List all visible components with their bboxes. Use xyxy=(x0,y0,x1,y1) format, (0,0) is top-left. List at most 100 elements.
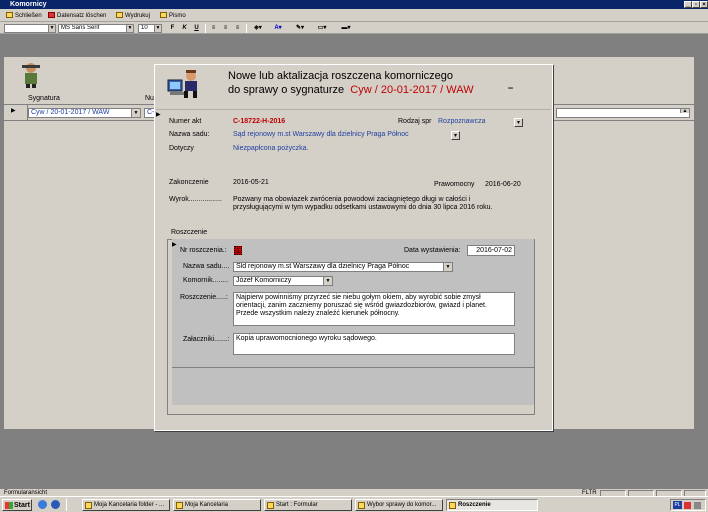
close-form-icon xyxy=(6,12,13,18)
border-style-icon[interactable]: ▭▾ xyxy=(314,24,330,33)
zakonczenie-value: 2016-05-21 xyxy=(233,179,269,186)
window-title: Komornicy xyxy=(10,1,47,8)
print-label: Wydrukuj xyxy=(125,13,150,19)
record-pointer-icon: ▶ xyxy=(172,242,177,248)
minimize-button[interactable]: _ xyxy=(684,1,692,8)
sub-nazwa-sadu-combo[interactable]: Sld rejonowy m.st Warszawy dla dzielnicy… xyxy=(233,262,453,272)
desktop-icon[interactable] xyxy=(51,500,60,509)
sub-nazwa-sadu-label: Nazwa sadu.... xyxy=(183,263,230,270)
bold-button[interactable]: F xyxy=(168,24,177,33)
toolbar: Schließen Datensatz löschen Wydrukuj Pis… xyxy=(0,9,708,22)
start-button[interactable]: Start xyxy=(2,499,32,511)
close-button[interactable]: × xyxy=(700,1,708,8)
folder-icon xyxy=(176,502,183,509)
roszczenie-section-label: Roszczenie xyxy=(171,229,208,236)
numer-akt-label: Numer akt xyxy=(169,118,202,125)
align-right-icon[interactable]: ≡ xyxy=(233,24,242,33)
status-bar: Formularansicht FLTR xyxy=(0,488,708,497)
roszczenie-line3: Przede wszystkim należy znaleźć kierunek… xyxy=(236,310,400,317)
separator xyxy=(66,499,67,511)
task-roszczenie[interactable]: Roszczenie xyxy=(446,499,538,511)
start-label: Start xyxy=(14,502,30,509)
separator xyxy=(246,24,247,33)
roszczenie-textarea[interactable]: Najpierw powinniśmy przyrzeć sie niebu g… xyxy=(233,292,515,326)
wyrok-label: Wyrok................. xyxy=(169,196,222,203)
close-form-label: Schließen xyxy=(15,13,42,19)
column-label-sygnatura: Sygnatura xyxy=(28,95,60,102)
numer-akt-value: C-18722-H-2016 xyxy=(233,118,286,125)
letter-button[interactable]: Pismo xyxy=(160,11,186,21)
system-tray: PL xyxy=(670,499,706,511)
komornik-combo[interactable]: Józef Komorniczy ▼ xyxy=(233,276,333,286)
underline-button[interactable]: U xyxy=(192,24,201,33)
font-value: MS Sans Serif xyxy=(61,25,100,31)
sub-nazwa-sadu-value: Sld rejonowy m.st Warszawy dla dzielnicy… xyxy=(236,263,410,270)
signature-combo[interactable]: Cyw / 20-01-2017 / WAW ▼ xyxy=(28,108,141,118)
delete-record-button[interactable]: Datensatz löschen xyxy=(48,11,106,21)
nr-roszczenia-label: Nr roszczenia.: xyxy=(180,247,227,254)
close-form-button[interactable]: Schließen xyxy=(6,11,42,21)
line-width-icon[interactable]: ▬▾ xyxy=(336,24,356,33)
dialog-title-signature: Cyw / 20-01-2017 / WAW xyxy=(350,84,474,96)
dialog-dropdown-button[interactable]: ▁ xyxy=(506,82,515,91)
chevron-down-icon: ▼ xyxy=(131,109,140,117)
data-wystawienia-label: Data wystawienia: xyxy=(404,247,461,254)
rodzaj-label: Rodzaj spr xyxy=(398,118,432,125)
nazwa-sadu-label: Nazwa sadu: xyxy=(169,131,210,138)
dialog-title-prefix: do sprawy o sygnaturze xyxy=(228,84,345,96)
nazwa-sadu-value: Sąd rejonowy m.st Warszawy dla dzielnicy… xyxy=(233,131,409,138)
task-label: Moja Kancelaria folder - ... xyxy=(94,502,165,508)
record-pointer-icon: ▶ xyxy=(156,112,161,118)
dialog-title-line2: do sprawy o sygnaturze Cyw / 20-01-2017 … xyxy=(228,84,474,96)
chevron-down-icon: ▼ xyxy=(48,25,55,32)
task-start-formular[interactable]: Start : Formular xyxy=(264,499,352,511)
prawomocny-value: 2016-06-20 xyxy=(485,181,521,188)
tray-icon[interactable] xyxy=(684,502,691,509)
nr-roszczenia-value[interactable]: 1 xyxy=(234,246,242,255)
data-wystawienia-field[interactable]: 2016-07-02 xyxy=(467,245,515,256)
font-color-icon[interactable]: A▾ xyxy=(270,24,286,33)
align-center-icon[interactable]: ≡ xyxy=(221,24,230,33)
restore-button[interactable]: ▫ xyxy=(692,1,700,8)
window-titlebar: Komornicy _ ▫ × xyxy=(0,0,708,9)
fill-color-icon[interactable]: ◈▾ xyxy=(250,24,266,33)
italic-button[interactable]: K xyxy=(180,24,189,33)
task-moja-kancelaria-folder[interactable]: Moja Kancelaria folder - ... xyxy=(82,499,170,511)
form-icon xyxy=(267,502,274,509)
form-icon xyxy=(449,502,456,509)
font-size-value: 10 xyxy=(141,25,148,31)
right-field[interactable]: ▲ xyxy=(556,108,690,118)
computer-worker-icon xyxy=(167,70,197,98)
dotyczy-value: Niezpapłcona pożyczka. xyxy=(233,145,309,152)
task-moja-kancelaria[interactable]: Moja Kancelaria xyxy=(173,499,261,511)
task-label: Roszczenie xyxy=(458,502,491,508)
dialog-title-line1: Nowe lub aktalizacja roszczena komornicz… xyxy=(228,70,453,82)
letter-icon xyxy=(160,12,167,18)
object-select[interactable]: ▼ xyxy=(4,24,56,33)
wyrok-line1: Pozwany ma obowiazek zwrócenia powodowi … xyxy=(233,196,471,203)
spin-up-icon: ▲ xyxy=(680,109,689,114)
task-wybor-sprawy[interactable]: Wybor sprawy do komor... xyxy=(355,499,443,511)
rodzaj-value: Rozpoznawcza xyxy=(438,118,486,125)
task-label: Start : Formular xyxy=(276,502,318,508)
language-indicator[interactable]: PL xyxy=(673,501,682,509)
font-size-select[interactable]: 10 ▼ xyxy=(138,24,162,33)
print-button[interactable]: Wydrukuj xyxy=(116,11,150,21)
line-color-icon[interactable]: ✎▾ xyxy=(292,24,308,33)
zakonczenie-label: Zakonczenie xyxy=(169,179,209,186)
align-left-icon[interactable]: ≡ xyxy=(209,24,218,33)
roszczenie-line1: Najpierw powinniśmy przyrzeć sie niebu g… xyxy=(236,294,481,301)
volume-icon[interactable] xyxy=(694,502,701,509)
browser-icon[interactable] xyxy=(38,500,47,509)
form-icon xyxy=(358,502,365,509)
rodzaj-dropdown-button[interactable]: ▾ xyxy=(514,118,523,127)
zalaczniki-textarea[interactable]: Kopia uprawomocnionego wyroku sądowego. xyxy=(233,333,515,355)
komornik-value: Józef Komorniczy xyxy=(236,277,292,284)
chevron-down-icon: ▼ xyxy=(323,277,332,285)
task-label: Wybor sprawy do komor... xyxy=(367,502,437,508)
record-selector[interactable]: ▶ xyxy=(8,105,28,121)
roszczenie-subform-detail: ▶ Nr roszczenia.: 1 Data wystawienia: 20… xyxy=(172,239,534,405)
windows-logo-icon xyxy=(5,502,13,509)
font-select[interactable]: MS Sans Serif ▼ xyxy=(58,24,134,33)
nazwa-sadu-dropdown-button[interactable]: ▾ xyxy=(451,131,460,140)
